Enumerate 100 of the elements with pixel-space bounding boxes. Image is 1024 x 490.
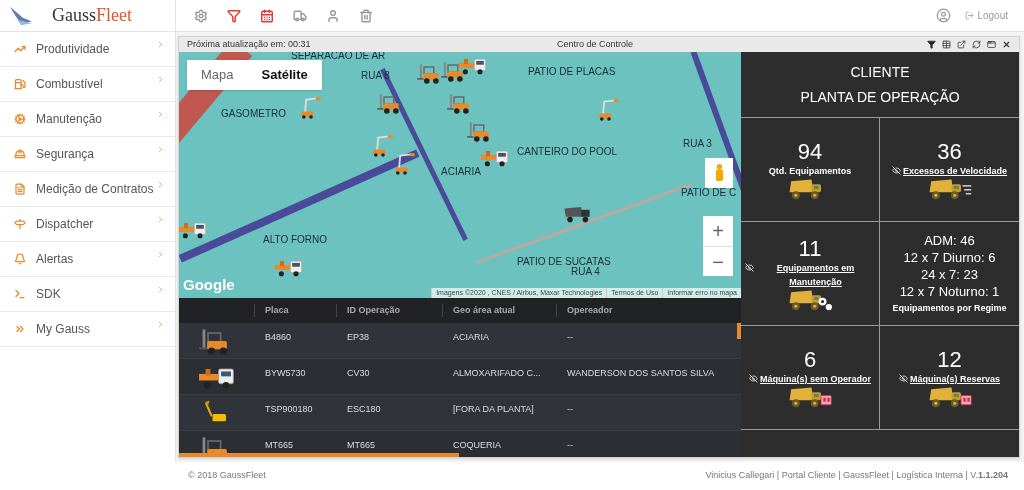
terminal-icon (14, 288, 26, 300)
column-header: Opereador (556, 303, 716, 318)
table-cell-text: BYW5730 (264, 367, 307, 380)
table-cell-text: ACIARIA (452, 331, 490, 344)
stat-value: 36 (937, 138, 962, 165)
map-area-label: RUA 3 (683, 137, 712, 151)
stat-link[interactable]: Máquina(s) Reservas (898, 372, 1000, 387)
map-area-label: CANTEIRO DO POOL (517, 145, 617, 159)
table-cell-text: COQUERIA (452, 439, 502, 452)
sidebar-item[interactable]: Segurança (0, 137, 175, 172)
user-avatar-icon[interactable] (936, 8, 952, 23)
table-cell-text: WANDERSON DOS SANTOS SILVA (566, 367, 716, 380)
table-cell-text: -- (566, 403, 574, 416)
sidebar-item[interactable]: Alertas (0, 242, 175, 277)
stat-link[interactable]: Máquina(s) sem Operador (749, 372, 871, 387)
table-cell-text: EP38 (346, 331, 371, 344)
table-cell-text: -- (566, 331, 574, 344)
table-cell-text: MT665 (346, 439, 376, 452)
map-area-label: RUA 8 (361, 69, 390, 83)
table-cell-text: ESC180 (346, 403, 382, 416)
stat-link[interactable]: Excessos de Velocidade (891, 164, 1008, 179)
column-header: ID Operação (336, 303, 442, 318)
stat-value: 6 (803, 346, 817, 373)
chevron-icon (156, 110, 165, 119)
dump-truck-icon (788, 386, 832, 409)
panel-title: CLIENTE (850, 62, 910, 82)
bird-logo-icon (8, 4, 34, 27)
hard-hat-icon (14, 148, 26, 160)
pegman-icon (714, 164, 724, 182)
horizontal-scrollbar[interactable] (179, 453, 459, 457)
regime-count: 12 x 7 Noturno: 1 (899, 282, 1000, 300)
sidebar-item[interactable]: Produtividade (0, 32, 175, 67)
sidebar-item[interactable]: Manutenção (0, 102, 175, 137)
panel-title: PLANTA DE OPERAÇÃO (800, 87, 960, 107)
logout-icon (965, 11, 975, 20)
regime-count: ADM: 46 (924, 231, 975, 249)
settings-icon[interactable] (194, 8, 208, 23)
zoom-in-button[interactable]: + (703, 216, 733, 246)
signpost-icon (14, 218, 26, 230)
stat-value: 11 (798, 236, 822, 262)
update-countdown: Próxima atualização em: 00:31 (187, 37, 312, 51)
external-link-icon[interactable] (957, 40, 966, 49)
dump-truck-icon (927, 386, 972, 409)
map-area-label: SEPARACAO DE AR (291, 52, 386, 63)
zoom-out-button[interactable]: − (703, 246, 733, 276)
map-area-label: PATIO DE C (681, 186, 737, 200)
refresh-icon[interactable] (972, 40, 981, 49)
chevrons-icon (14, 323, 26, 335)
gears-icon (14, 113, 26, 125)
filter-icon[interactable] (927, 40, 936, 49)
chevron-icon (156, 215, 165, 224)
table-cell-text: -- (566, 439, 574, 452)
trash-icon[interactable] (359, 8, 373, 23)
sidebar-item[interactable]: Combustível (0, 67, 175, 102)
stat-label: Equipamentos por Regime (892, 301, 1007, 315)
eye-off-icon (891, 165, 901, 175)
close-icon[interactable] (1002, 40, 1011, 49)
brand-name: GaussFleet (52, 4, 132, 27)
map-area-label: GASOMETRO (221, 107, 286, 121)
sidebar-item[interactable]: My Gauss (0, 312, 175, 347)
map-area-label: RUA 4 (571, 265, 600, 279)
stat-link[interactable]: Equipamentos em Manutenção (745, 262, 875, 289)
map-area-label: PATIO DE PLACAS (528, 65, 616, 79)
stat-value: 94 (797, 138, 823, 165)
map-area-label: ACIARIA (441, 165, 481, 179)
calendar-icon[interactable] (260, 8, 274, 23)
chevron-icon (156, 320, 165, 329)
table-cell-text: ALMOXARIFADO C... (452, 367, 542, 380)
map-type-tab[interactable]: Satélite (247, 60, 322, 90)
footer-info: Vinicius Callegari | Portal Cliente | GaussFleet | Logística Interna | V.1.1.204 (705, 469, 1008, 483)
vertical-scrollbar[interactable] (737, 323, 741, 339)
fuel-pump-icon (14, 78, 26, 90)
stat-value: 12 (937, 346, 962, 373)
map-area-label: ALTO FORNO (263, 233, 328, 247)
regime-count: 24 x 7: 23 (920, 265, 979, 283)
maximize-icon[interactable] (987, 40, 996, 49)
google-logo: Google (183, 274, 235, 295)
chevron-icon (156, 180, 165, 189)
sidebar-item[interactable]: Dispatcher (0, 207, 175, 242)
dump-truck-icon (927, 178, 972, 201)
bell-icon (14, 253, 26, 265)
chevron-icon (156, 75, 165, 84)
map-type-tab[interactable]: Mapa (187, 60, 248, 90)
chart-icon (14, 43, 26, 55)
regime-count: 12 x 7 Diurno: 6 (903, 248, 996, 266)
sidebar-item[interactable]: SDK (0, 277, 175, 312)
window-title: Centro de Controle (557, 37, 634, 51)
table-cell-text: B4860 (264, 331, 293, 344)
sidebar-item[interactable]: Medição de Contratos (0, 172, 175, 207)
column-header: Placa (254, 303, 336, 318)
eye-off-icon (745, 263, 754, 272)
table-cell-text: TSP900180 (264, 403, 314, 416)
truck-icon[interactable] (293, 8, 307, 23)
chevron-icon (156, 250, 165, 259)
satellite-map[interactable] (179, 52, 741, 298)
chevron-icon (156, 145, 165, 154)
user-icon[interactable] (326, 8, 340, 23)
document-icon (14, 183, 26, 195)
table-icon[interactable] (942, 40, 951, 49)
copyright-text: © 2018 GaussFleet (188, 469, 266, 483)
